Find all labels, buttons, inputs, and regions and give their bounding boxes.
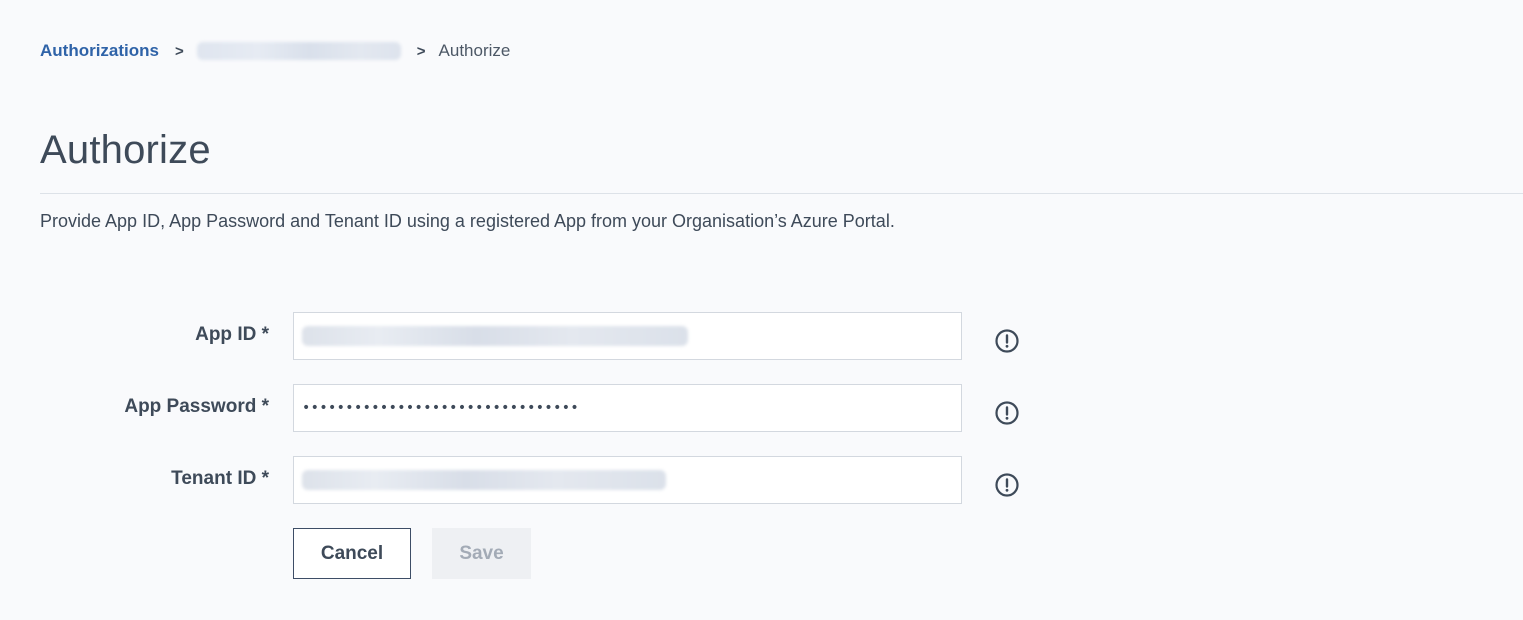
authorize-page: Authorizations > > Authorize Authorize P… bbox=[0, 0, 1523, 620]
title-divider bbox=[40, 193, 1523, 194]
breadcrumb-separator: > bbox=[416, 42, 426, 60]
app-id-row: App ID * bbox=[0, 312, 1100, 360]
tenant-id-redacted-value bbox=[302, 470, 666, 490]
app-password-info-icon[interactable] bbox=[994, 400, 1020, 426]
app-id-input[interactable] bbox=[293, 312, 962, 360]
page-title: Authorize bbox=[40, 128, 211, 172]
tenant-id-row: Tenant ID * bbox=[0, 456, 1100, 504]
app-password-value: •••••••••••••••••••••••••••••••• bbox=[302, 400, 580, 416]
app-id-info-icon[interactable] bbox=[994, 328, 1020, 354]
app-password-row: App Password * •••••••••••••••••••••••••… bbox=[0, 384, 1100, 432]
app-id-label: App ID * bbox=[195, 324, 269, 345]
tenant-id-input[interactable] bbox=[293, 456, 962, 504]
save-button[interactable]: Save bbox=[432, 528, 531, 579]
app-id-redacted-value bbox=[302, 326, 688, 346]
breadcrumb-separator: > bbox=[175, 42, 184, 60]
breadcrumb-authorizations-link[interactable]: Authorizations bbox=[40, 41, 159, 61]
cancel-button[interactable]: Cancel bbox=[293, 528, 411, 579]
app-password-label: App Password * bbox=[124, 396, 269, 417]
tenant-id-label: Tenant ID * bbox=[171, 468, 269, 489]
tenant-id-info-icon[interactable] bbox=[994, 472, 1020, 498]
app-password-input[interactable]: •••••••••••••••••••••••••••••••• bbox=[293, 384, 962, 432]
breadcrumb: Authorizations > > Authorize bbox=[40, 40, 510, 62]
page-description: Provide App ID, App Password and Tenant … bbox=[40, 211, 895, 231]
breadcrumb-redacted-item[interactable] bbox=[196, 42, 401, 60]
breadcrumb-current: Authorize bbox=[438, 41, 511, 60]
